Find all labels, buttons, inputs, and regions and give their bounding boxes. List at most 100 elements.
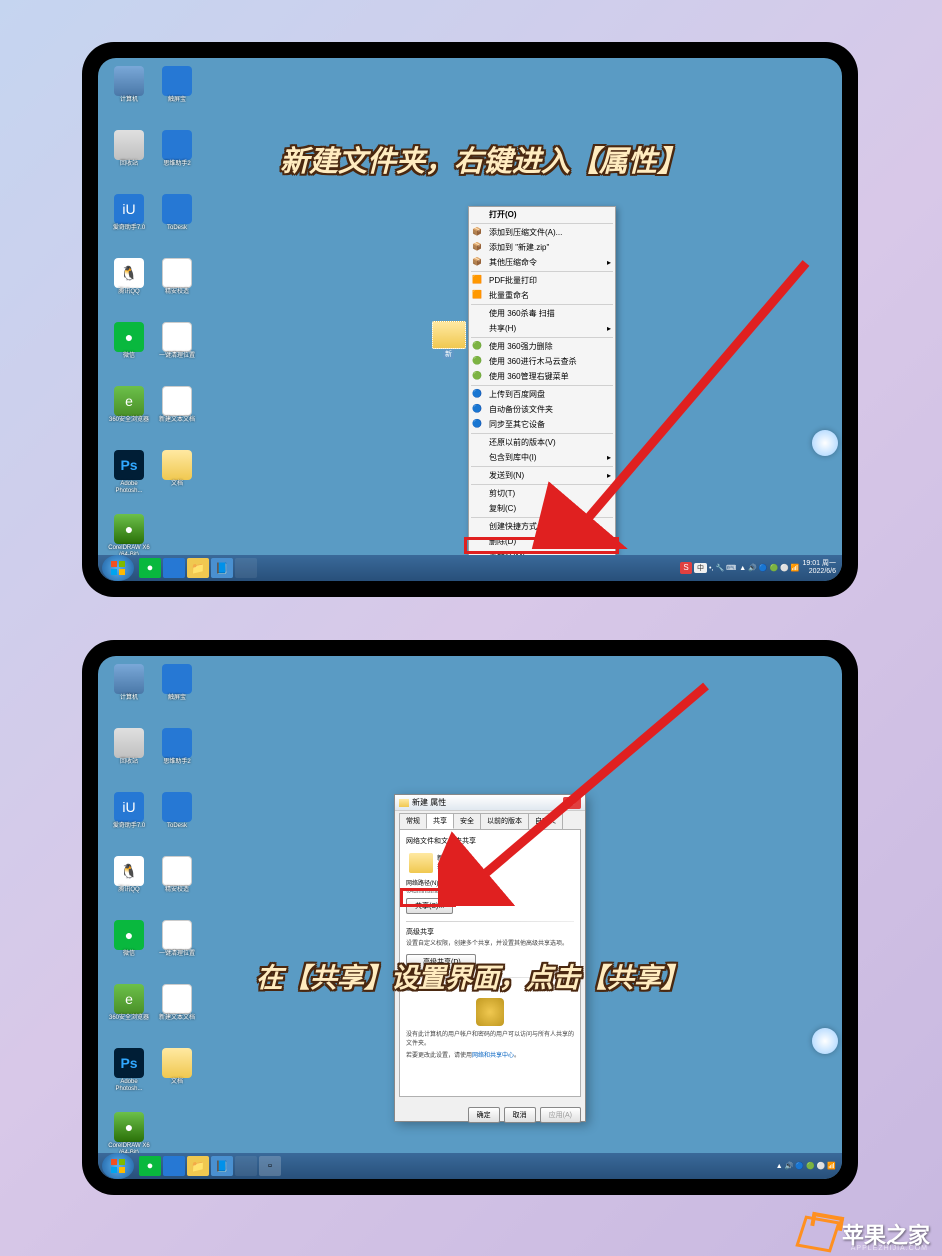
desktop-icon-10[interactable]: e360安全浏览器 (108, 386, 150, 436)
icon-label: 计算机 (120, 97, 138, 104)
icon-graphic: Ps (114, 1048, 144, 1078)
menu-item-label: 其他压缩命令 (489, 258, 537, 267)
menu-item-20[interactable]: 还原以前的版本(V) (469, 435, 615, 450)
menu-item-7[interactable]: 🟧批量重命名 (469, 288, 615, 303)
menu-item-0[interactable]: 打开(O) (469, 207, 615, 222)
tab-自定义[interactable]: 自定义 (528, 813, 563, 829)
menu-item-23[interactable]: 发送到(N)▸ (469, 468, 615, 483)
cancel-button[interactable]: 取消 (504, 1107, 536, 1123)
desktop-icon-1[interactable]: 触屏宝 (156, 66, 198, 116)
desktop-icon-0[interactable]: 计算机 (108, 664, 150, 714)
close-button[interactable]: ✕ (563, 797, 581, 809)
desktop-icon-12[interactable]: PsAdobe Photosh... (108, 1048, 150, 1098)
menu-item-13[interactable]: 🟢使用 360进行木马云查杀 (469, 354, 615, 369)
menu-item-18[interactable]: 🔵同步至其它设备 (469, 417, 615, 432)
float-assist-button[interactable] (812, 430, 838, 456)
desktop-icon-11[interactable]: 新建文本文档 (156, 984, 198, 1034)
taskbar-app2-icon[interactable]: 📘 (211, 558, 233, 578)
tray-clock[interactable]: 19:01 周一 2022/6/6 (803, 560, 836, 576)
menu-item-28[interactable]: 创建快捷方式(S) (469, 519, 615, 534)
desktop-icon-7[interactable]: 精安校造 (156, 258, 198, 308)
icon-graphic: ● (114, 514, 144, 544)
system-tray: S 中 •, 🔧 ⌨ ▲ 🔊 🔵 🟢 ⚪ 📶 19:01 周一 2022/6/6 (680, 560, 842, 576)
taskbar-app-icon[interactable] (163, 558, 185, 578)
network-center-link[interactable]: 网络和共享中心 (472, 1053, 514, 1059)
float-assist-button-2[interactable] (812, 1028, 838, 1054)
taskbar-app3-icon[interactable] (235, 558, 257, 578)
desktop-icon-12[interactable]: PsAdobe Photosh... (108, 450, 150, 500)
icon-label: 回收站 (120, 759, 138, 766)
desktop-icon-6[interactable]: 🐧腾讯QQ (108, 258, 150, 308)
desktop-icon-3[interactable]: 思维助手2 (156, 728, 198, 778)
menu-item-9[interactable]: 使用 360杀毒 扫描 (469, 306, 615, 321)
desktop-icon-4[interactable]: iU爱奇助手7.0 (108, 194, 150, 244)
menu-item-16[interactable]: 🔵上传到百度网盘 (469, 387, 615, 402)
taskbar-app3-icon-2[interactable] (235, 1156, 257, 1176)
desktop-icon-13[interactable]: 文档 (156, 1048, 198, 1098)
desktop-icon-5[interactable]: ToDesk (156, 792, 198, 842)
menu-item-icon: 🔵 (472, 418, 482, 428)
desktop-icon-0[interactable]: 计算机 (108, 66, 150, 116)
selected-folder[interactable]: 新 (426, 321, 471, 376)
desktop-icon-4[interactable]: iU爱奇助手7.0 (108, 792, 150, 842)
desktop-icon-2[interactable]: 回收站 (108, 728, 150, 778)
desktop-icon-8[interactable]: ●微信 (108, 322, 150, 372)
taskbar-wechat-icon-2[interactable]: ● (139, 1156, 161, 1176)
menu-item-3[interactable]: 📦添加到 "新建.zip" (469, 240, 615, 255)
desktop-icon-8[interactable]: ●微信 (108, 920, 150, 970)
tray-icons-2[interactable]: ▲ 🔊 🔵 🟢 ⚪ 📶 (776, 1162, 836, 1170)
desktop-icon-5[interactable]: ToDesk (156, 194, 198, 244)
tab-安全[interactable]: 安全 (453, 813, 481, 829)
tab-以前的版本[interactable]: 以前的版本 (480, 813, 529, 829)
taskbar-explorer-icon-2[interactable]: 📁 (187, 1156, 209, 1176)
dialog-titlebar[interactable]: 新建 属性 ✕ (395, 795, 585, 811)
menu-item-26[interactable]: 复制(C) (469, 501, 615, 516)
apply-button[interactable]: 应用(A) (540, 1107, 581, 1123)
ok-button[interactable]: 确定 (468, 1107, 500, 1123)
desktop-icon-9[interactable]: 一键清理位置 (156, 322, 198, 372)
desktop-icon-11[interactable]: 新建文本文档 (156, 386, 198, 436)
desktop-icon-2[interactable]: 回收站 (108, 130, 150, 180)
tray-icons[interactable]: ▲ 🔊 🔵 🟢 ⚪ 📶 (739, 564, 799, 572)
taskbar-wechat-icon[interactable]: ● (139, 558, 161, 578)
desktop-icon-3[interactable]: 思维助手2 (156, 130, 198, 180)
icon-graphic (114, 130, 144, 160)
menu-item-label: 添加到压缩文件(A)... (489, 228, 562, 237)
menu-item-17[interactable]: 🔵自动备份该文件夹 (469, 402, 615, 417)
taskbar-props-icon-2[interactable]: ▫ (259, 1156, 281, 1176)
desktop-icon-7[interactable]: 精安校造 (156, 856, 198, 906)
menu-item-21[interactable]: 包含到库中(I)▸ (469, 450, 615, 465)
desktop-icon-6[interactable]: 🐧腾讯QQ (108, 856, 150, 906)
taskbar-app-icon-2[interactable] (163, 1156, 185, 1176)
menu-item-6[interactable]: 🟧PDF批量打印 (469, 273, 615, 288)
menu-item-icon: 📦 (472, 241, 482, 251)
taskbar-explorer-icon[interactable]: 📁 (187, 558, 209, 578)
folder-icon-small (399, 799, 409, 807)
menu-item-12[interactable]: 🟢使用 360强力删除 (469, 339, 615, 354)
tab-常规[interactable]: 常规 (399, 813, 427, 829)
network-path-label: 网络路径(N): (406, 880, 574, 888)
screen-1: 计算机 触屏宝回收站思维助手2iU爱奇助手7.0ToDesk🐧腾讯QQ精安校造●微… (98, 58, 842, 581)
menu-item-25[interactable]: 剪切(T) (469, 486, 615, 501)
menu-item-14[interactable]: 🟢使用 360管理右键菜单 (469, 369, 615, 384)
folder-info: 新建 共享式 (406, 850, 574, 876)
desktop-icons-1: 计算机 触屏宝回收站思维助手2iU爱奇助手7.0ToDesk🐧腾讯QQ精安校造●微… (108, 66, 198, 564)
desktop-icon-10[interactable]: e360安全浏览器 (108, 984, 150, 1034)
desktop-icon-13[interactable]: 文档 (156, 450, 198, 500)
taskbar-app2-icon-2[interactable]: 📘 (211, 1156, 233, 1176)
menu-item-10[interactable]: 共享(H)▸ (469, 321, 615, 336)
start-button-2[interactable] (102, 1153, 134, 1179)
menu-item-2[interactable]: 📦添加到压缩文件(A)... (469, 225, 615, 240)
menu-item-4[interactable]: 📦其他压缩命令▸ (469, 255, 615, 270)
menu-item-29[interactable]: 删除(D) (469, 534, 615, 549)
icon-label: 新建文本文档 (159, 417, 195, 424)
icon-graphic: iU (114, 194, 144, 224)
menu-item-icon: 🟧 (472, 289, 482, 299)
annotation-step2: 在【共享】设置界面，点击【共享】 (256, 956, 688, 995)
start-button[interactable] (102, 555, 134, 581)
desktop-icon-9[interactable]: 一键清理位置 (156, 920, 198, 970)
language-bar[interactable]: S 中 •, 🔧 ⌨ (680, 562, 736, 574)
tab-共享[interactable]: 共享 (426, 813, 454, 829)
share-button[interactable]: 共享(S)... (406, 898, 453, 914)
desktop-icon-1[interactable]: 触屏宝 (156, 664, 198, 714)
